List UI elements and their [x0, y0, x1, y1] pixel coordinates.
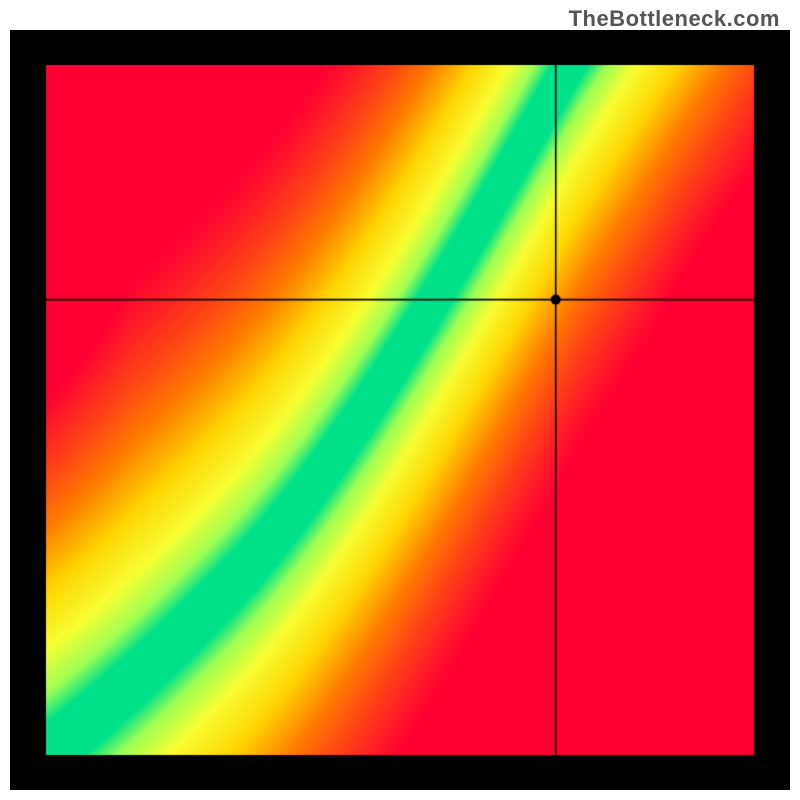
watermark-text: TheBottleneck.com	[569, 6, 780, 32]
bottleneck-heatmap	[10, 30, 790, 790]
chart-container	[10, 30, 790, 790]
